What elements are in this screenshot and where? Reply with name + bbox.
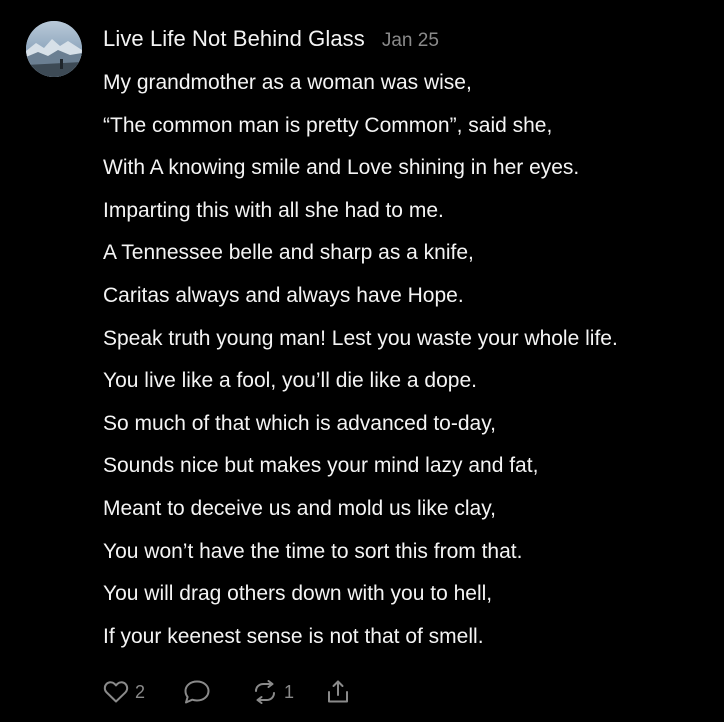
avatar-image [26, 21, 82, 77]
poem-line: You won’t have the time to sort this fro… [103, 539, 523, 563]
poem-line: My grandmother as a woman was wise, [103, 71, 472, 94]
author-avatar[interactable] [26, 21, 82, 77]
post-date[interactable]: Jan 25 [382, 30, 439, 52]
restack-arrows-icon [255, 680, 276, 704]
poem-line: Sounds nice but makes your mind lazy and… [103, 454, 539, 478]
poem-line: If your keenest sense is not that of sme… [103, 624, 484, 648]
share-upload-icon [328, 680, 349, 703]
poem-line: With A knowing smile and Love shining in… [103, 156, 580, 180]
poem-line: You live like a fool, you’ll die like a … [103, 369, 477, 393]
comment-bubble-icon [184, 680, 210, 704]
poem-line: So much of that which is advanced to-day… [103, 411, 496, 435]
poem-line: Imparting this with all she had to me. [103, 198, 444, 222]
share-button[interactable] [326, 679, 350, 705]
comment-button[interactable] [183, 679, 211, 705]
poem-line: A Tennessee belle and sharp as a knife, [103, 241, 474, 265]
like-button[interactable]: 2 [103, 680, 145, 704]
author-name[interactable]: Live Life Not Behind Glass [103, 26, 365, 52]
poem-line: Caritas always and always have Hope. [103, 283, 464, 307]
poem-line: “The common man is pretty Common”, said … [103, 113, 553, 137]
post-header: Live Life Not Behind Glass Jan 25 [103, 26, 439, 52]
post-body: My grandmother as a woman was wise, “The… [103, 62, 715, 658]
like-count: 2 [135, 681, 146, 702]
post-actions: 2 1 [103, 677, 350, 707]
poem-line: Meant to deceive us and mold us like cla… [103, 496, 496, 520]
poem-line: Speak truth young man! Lest you waste yo… [103, 326, 618, 350]
restack-button[interactable]: 1 [252, 680, 294, 704]
poem-line: You will drag others down with you to he… [103, 582, 493, 606]
restack-count: 1 [284, 681, 295, 702]
heart-icon [103, 681, 129, 703]
